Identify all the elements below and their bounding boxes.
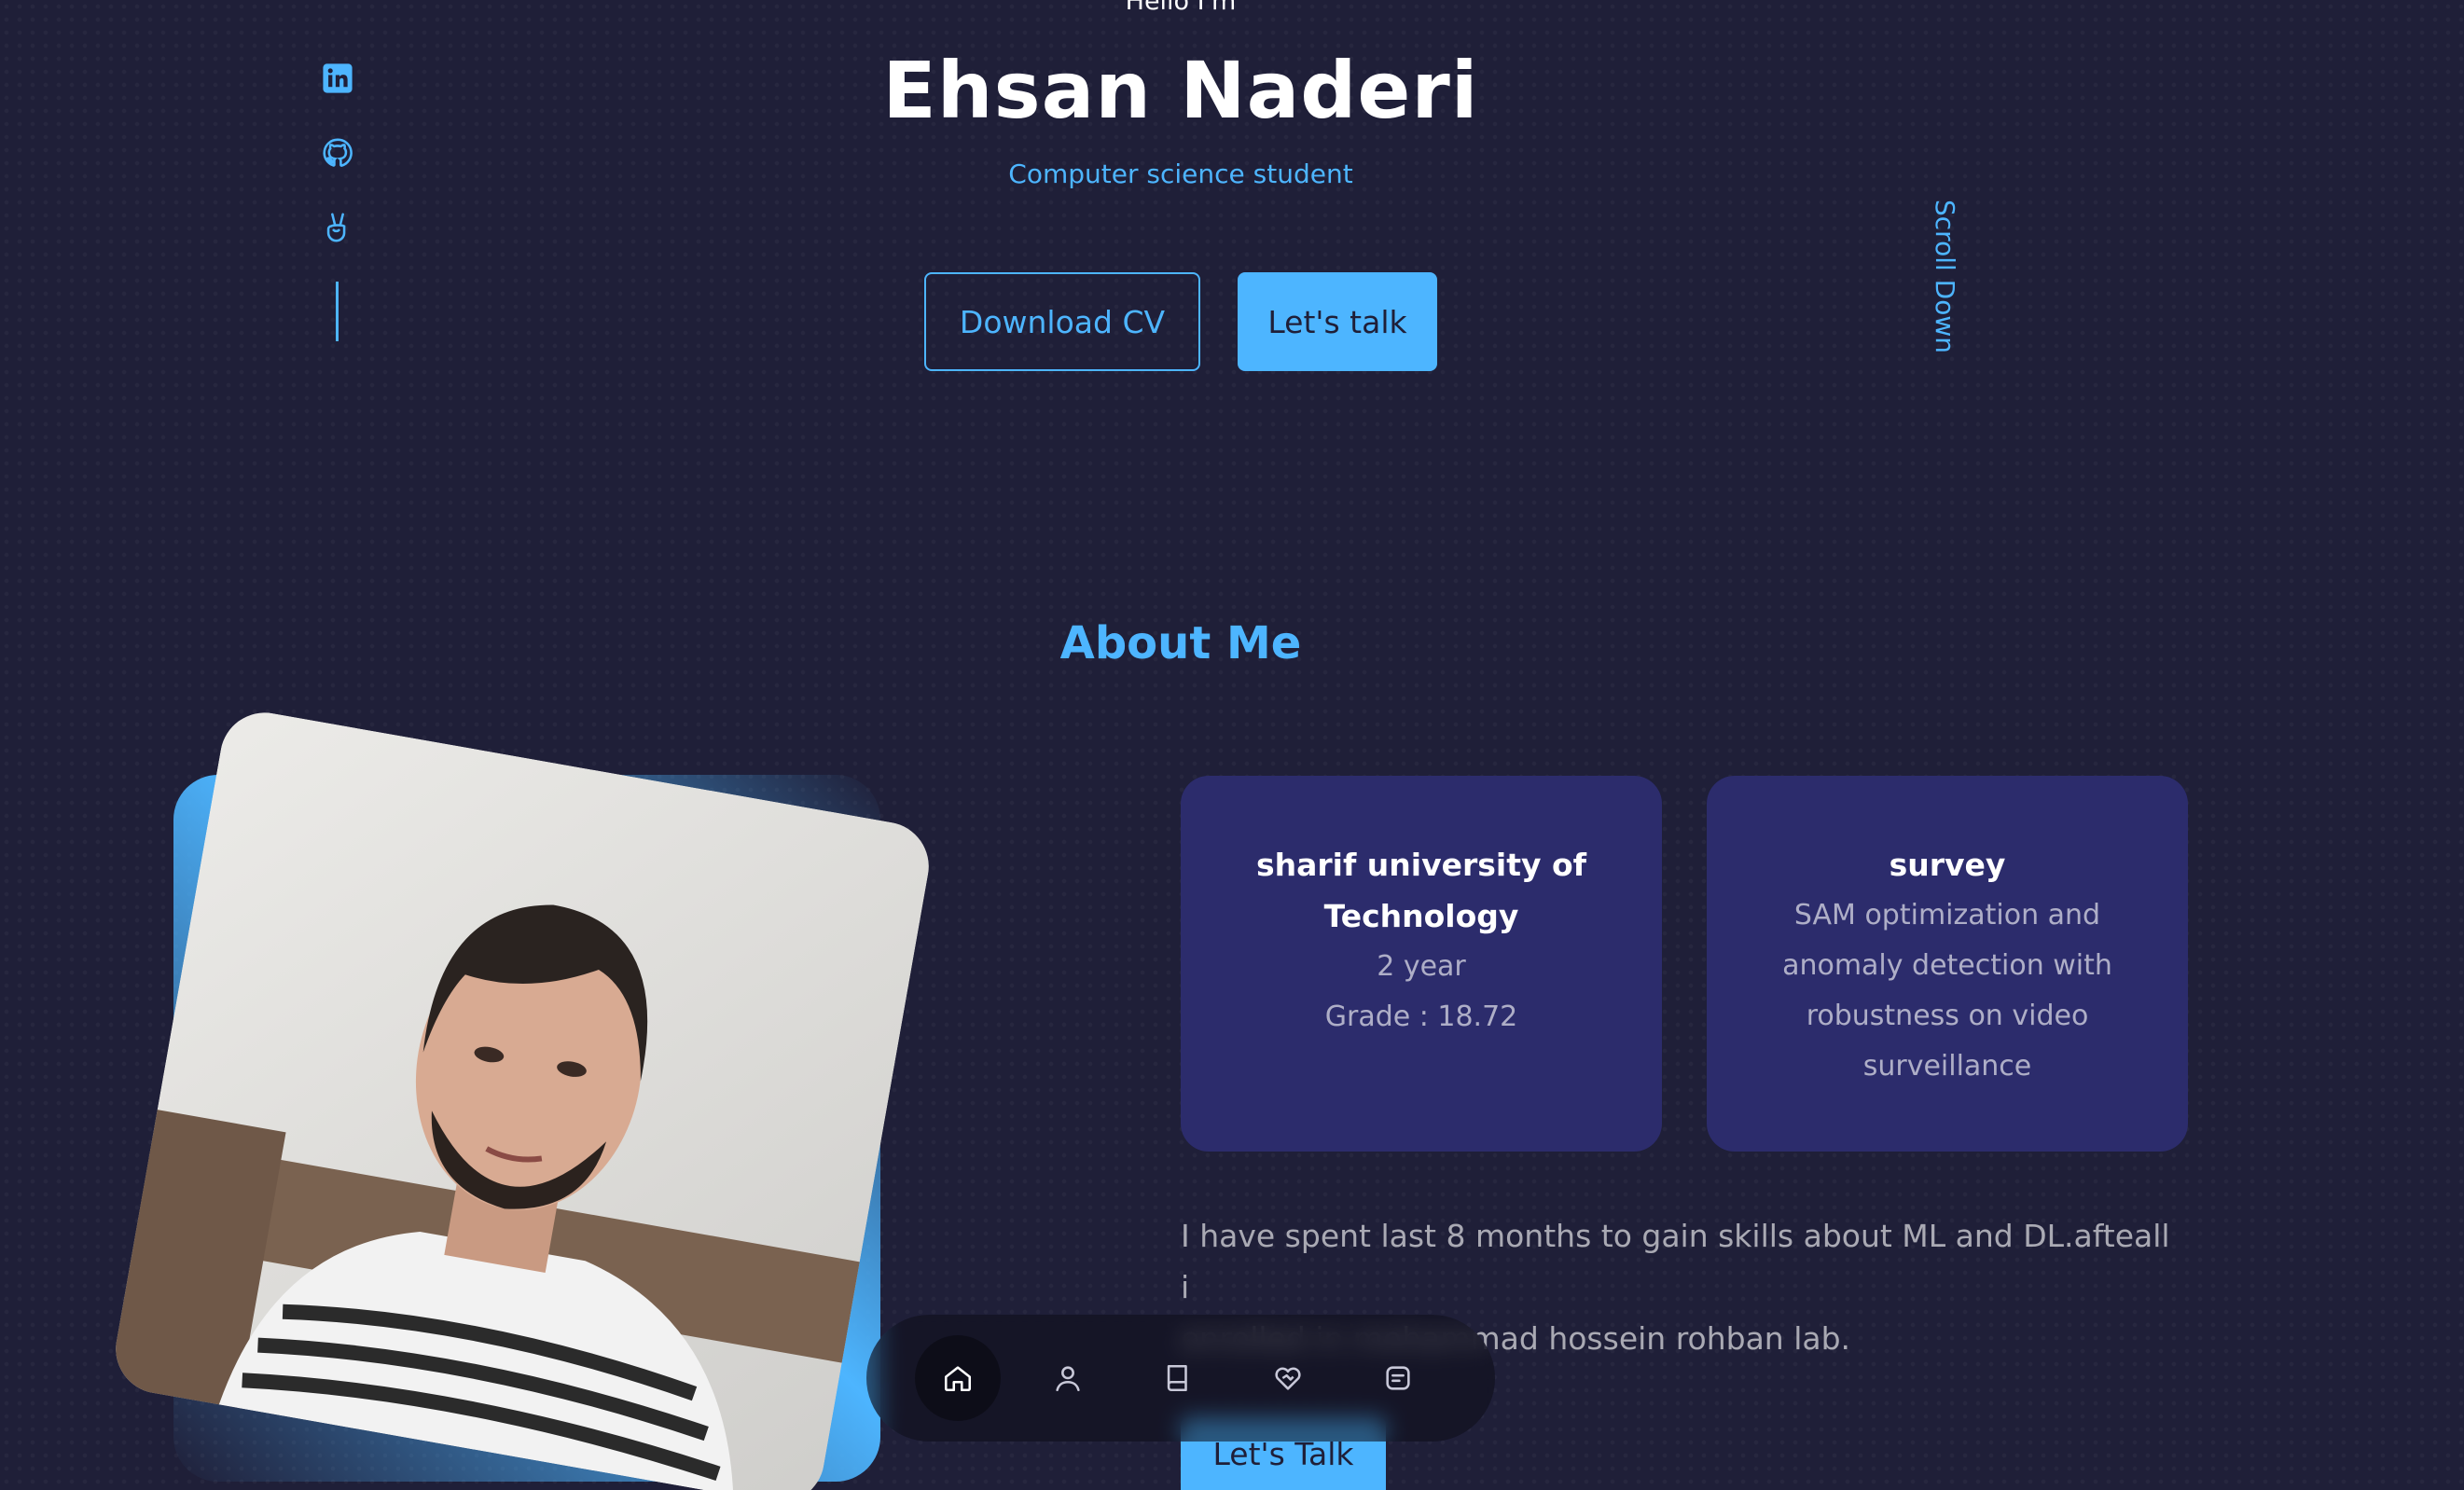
card-detail: Grade : 18.72 (1324, 1000, 1518, 1033)
card-title: sharif university of (1255, 847, 1587, 883)
card-detail: robustness on video (1806, 1000, 2089, 1032)
card-title: Technology (1323, 898, 1519, 934)
profile-photo (108, 705, 936, 1490)
nav-about[interactable] (1025, 1335, 1111, 1421)
bottom-nav (866, 1315, 1495, 1442)
page-title: Ehsan Naderi (882, 45, 1479, 136)
card-title: survey (1889, 847, 2006, 883)
services-icon (1275, 1367, 1301, 1390)
nav-services[interactable] (1245, 1335, 1331, 1421)
card-detail: anomaly detection with (1782, 949, 2112, 982)
greeting-text: Hello I'm (1125, 0, 1237, 16)
scroll-down-link[interactable]: Scroll Down (1930, 200, 1960, 353)
book-icon (1167, 1364, 1187, 1392)
social-divider (336, 282, 339, 341)
card-detail: surveillance (1862, 1050, 2032, 1083)
card-detail: 2 year (1377, 950, 1466, 983)
download-cv-button[interactable]: Download CV (924, 272, 1200, 371)
user-icon (1056, 1366, 1080, 1392)
education-card: sharif university of Technology 2 year G… (1181, 776, 1662, 1152)
about-line: I have spent last 8 months to gain skill… (1181, 1218, 2170, 1305)
nav-home[interactable] (915, 1335, 1001, 1421)
nav-experience[interactable] (1135, 1335, 1221, 1421)
about-title: About Me (1059, 617, 1302, 669)
angellist-icon[interactable] (319, 209, 356, 246)
survey-card: survey SAM optimization and anomaly dete… (1707, 776, 2188, 1152)
subtitle: Computer science student (1008, 159, 1353, 189)
card-detail: SAM optimization and (1793, 899, 2101, 931)
home-icon (944, 1366, 972, 1392)
message-icon (1386, 1366, 1410, 1390)
lets-talk-button[interactable]: Let's talk (1238, 272, 1437, 371)
nav-contact[interactable] (1355, 1335, 1441, 1421)
